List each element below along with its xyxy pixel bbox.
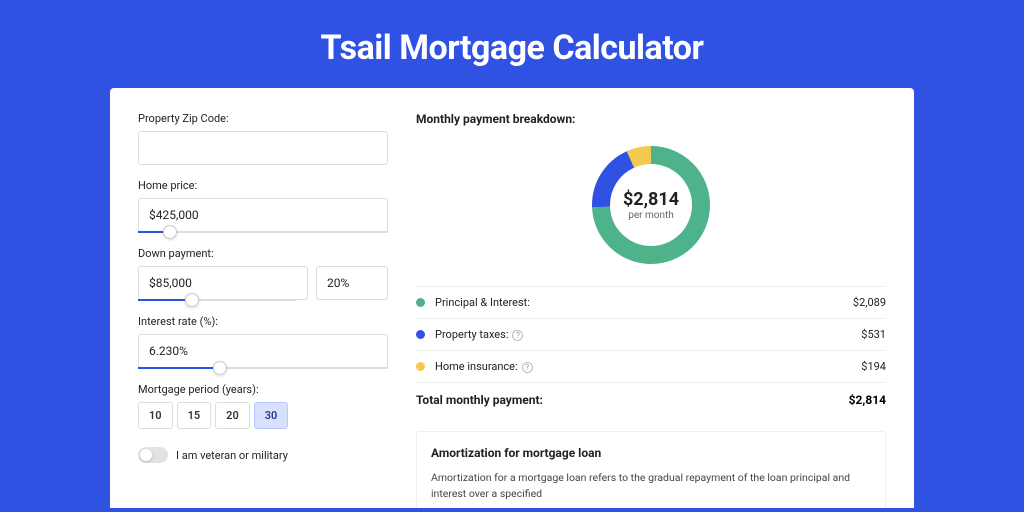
slider-thumb-icon[interactable] bbox=[213, 361, 227, 375]
donut-chart-wrap: $2,814 per month bbox=[416, 140, 886, 270]
donut-center: $2,814 per month bbox=[586, 140, 716, 270]
legend-value: $194 bbox=[861, 360, 886, 373]
down-percent-input[interactable] bbox=[316, 266, 388, 300]
period-button-10[interactable]: 10 bbox=[138, 402, 173, 429]
breakdown-title: Monthly payment breakdown: bbox=[416, 112, 886, 126]
veteran-toggle-label: I am veteran or military bbox=[176, 449, 288, 462]
legend-row-principal: Principal & Interest: $2,089 bbox=[416, 286, 886, 318]
price-slider[interactable] bbox=[138, 231, 388, 233]
rate-input[interactable] bbox=[138, 334, 388, 368]
total-row: Total monthly payment: $2,814 bbox=[416, 382, 886, 417]
total-label: Total monthly payment: bbox=[416, 393, 849, 407]
zip-field-group: Property Zip Code: bbox=[138, 112, 388, 165]
breakdown-column: Monthly payment breakdown: $2,814 per mo… bbox=[416, 112, 886, 508]
legend-value: $531 bbox=[861, 328, 886, 341]
price-label: Home price: bbox=[138, 179, 388, 192]
legend-value: $2,089 bbox=[853, 296, 886, 309]
legend-label: Home insurance:? bbox=[435, 360, 861, 373]
donut-amount: $2,814 bbox=[623, 189, 679, 210]
down-field-group: Down payment: bbox=[138, 247, 388, 301]
legend-row-insurance: Home insurance:? $194 bbox=[416, 350, 886, 382]
donut-chart: $2,814 per month bbox=[586, 140, 716, 270]
rate-field-group: Interest rate (%): bbox=[138, 315, 388, 369]
input-column: Property Zip Code: Home price: Down paym… bbox=[138, 112, 388, 508]
down-label: Down payment: bbox=[138, 247, 388, 260]
zip-label: Property Zip Code: bbox=[138, 112, 388, 125]
period-button-20[interactable]: 20 bbox=[215, 402, 250, 429]
slider-thumb-icon[interactable] bbox=[163, 225, 177, 239]
veteran-toggle[interactable] bbox=[138, 447, 168, 463]
period-button-15[interactable]: 15 bbox=[177, 402, 212, 429]
zip-input[interactable] bbox=[138, 131, 388, 165]
calculator-card: Property Zip Code: Home price: Down paym… bbox=[110, 88, 914, 508]
down-slider[interactable] bbox=[138, 299, 296, 301]
legend-dot-icon bbox=[416, 330, 425, 339]
legend-dot-icon bbox=[416, 362, 425, 371]
slider-thumb-icon[interactable] bbox=[185, 293, 199, 307]
down-amount-input[interactable] bbox=[138, 266, 308, 300]
info-icon[interactable]: ? bbox=[512, 330, 523, 341]
amortization-text: Amortization for a mortgage loan refers … bbox=[431, 470, 871, 502]
period-label: Mortgage period (years): bbox=[138, 383, 388, 396]
period-field-group: Mortgage period (years): 10 15 20 30 bbox=[138, 383, 388, 429]
rate-slider[interactable] bbox=[138, 367, 388, 369]
toggle-knob-icon bbox=[140, 449, 152, 461]
legend-label: Principal & Interest: bbox=[435, 296, 853, 309]
veteran-toggle-row: I am veteran or military bbox=[138, 447, 388, 463]
period-button-30[interactable]: 30 bbox=[254, 402, 289, 429]
legend-label: Property taxes:? bbox=[435, 328, 861, 341]
price-field-group: Home price: bbox=[138, 179, 388, 233]
legend-dot-icon bbox=[416, 298, 425, 307]
period-button-group: 10 15 20 30 bbox=[138, 402, 388, 429]
info-icon[interactable]: ? bbox=[522, 362, 533, 373]
rate-label: Interest rate (%): bbox=[138, 315, 388, 328]
legend-row-taxes: Property taxes:? $531 bbox=[416, 318, 886, 350]
page-title: Tsail Mortgage Calculator bbox=[0, 0, 1024, 88]
amortization-title: Amortization for mortgage loan bbox=[431, 446, 871, 460]
amortization-box: Amortization for mortgage loan Amortizat… bbox=[416, 431, 886, 508]
donut-sub: per month bbox=[628, 210, 674, 221]
total-value: $2,814 bbox=[849, 393, 886, 407]
